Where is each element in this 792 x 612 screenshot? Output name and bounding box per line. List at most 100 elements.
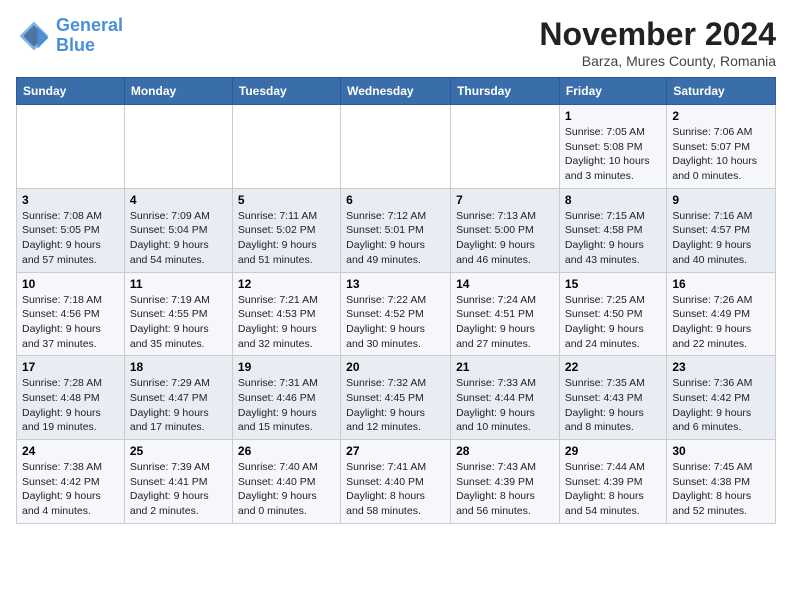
calendar-cell: 2 Sunrise: 7:06 AM Sunset: 5:07 PM Daylig… xyxy=(667,105,776,189)
calendar-cell xyxy=(341,105,451,189)
day-info: Sunrise: 7:25 AM Sunset: 4:50 PM Dayligh… xyxy=(565,293,661,352)
day-number: 9 xyxy=(672,193,770,207)
day-info: Sunrise: 7:35 AM Sunset: 4:43 PM Dayligh… xyxy=(565,376,661,435)
calendar-cell: 1Sunrise: 7:05 AM Sunset: 5:08 PM Daylig… xyxy=(559,105,666,189)
day-info: Sunrise: 7:24 AM Sunset: 4:51 PM Dayligh… xyxy=(456,293,554,352)
day-info: Sunrise: 7:26 AM Sunset: 4:49 PM Dayligh… xyxy=(672,293,770,352)
day-info: Sunrise: 7:09 AM Sunset: 5:04 PM Dayligh… xyxy=(130,209,227,268)
day-info: Sunrise: 7:15 AM Sunset: 4:58 PM Dayligh… xyxy=(565,209,661,268)
day-number: 10 xyxy=(22,277,119,291)
day-number: 24 xyxy=(22,444,119,458)
day-info: Sunrise: 7:33 AM Sunset: 4:44 PM Dayligh… xyxy=(456,376,554,435)
day-info: Sunrise: 7:21 AM Sunset: 4:53 PM Dayligh… xyxy=(238,293,335,352)
day-info: Sunrise: 7:11 AM Sunset: 5:02 PM Dayligh… xyxy=(238,209,335,268)
col-thursday: Thursday xyxy=(451,78,560,105)
day-info: Sunrise: 7:18 AM Sunset: 4:56 PM Dayligh… xyxy=(22,293,119,352)
day-number: 5 xyxy=(238,193,335,207)
calendar-cell: 3 Sunrise: 7:08 AM Sunset: 5:05 PM Daylig… xyxy=(17,188,125,272)
day-info: Sunrise: 7:36 AM Sunset: 4:42 PM Dayligh… xyxy=(672,376,770,435)
day-number: 19 xyxy=(238,360,335,374)
day-number: 20 xyxy=(346,360,445,374)
day-number: 25 xyxy=(130,444,227,458)
calendar-cell: 14 Sunrise: 7:24 AM Sunset: 4:51 PM Dayli… xyxy=(451,272,560,356)
day-number: 26 xyxy=(238,444,335,458)
calendar-cell: 5 Sunrise: 7:11 AM Sunset: 5:02 PM Daylig… xyxy=(232,188,340,272)
day-info: Sunrise: 7:44 AM Sunset: 4:39 PM Dayligh… xyxy=(565,460,661,519)
day-info: Sunrise: 7:38 AM Sunset: 4:42 PM Dayligh… xyxy=(22,460,119,519)
calendar-cell xyxy=(451,105,560,189)
day-number: 17 xyxy=(22,360,119,374)
calendar-cell: 17 Sunrise: 7:28 AM Sunset: 4:48 PM Dayli… xyxy=(17,356,125,440)
subtitle: Barza, Mures County, Romania xyxy=(539,53,776,69)
calendar-cell: 29 Sunrise: 7:44 AM Sunset: 4:39 PM Dayli… xyxy=(559,440,666,524)
calendar-body: 1Sunrise: 7:05 AM Sunset: 5:08 PM Daylig… xyxy=(17,105,776,524)
logo-text: General Blue xyxy=(56,16,123,56)
calendar-cell: 24 Sunrise: 7:38 AM Sunset: 4:42 PM Dayli… xyxy=(17,440,125,524)
calendar-cell: 9 Sunrise: 7:16 AM Sunset: 4:57 PM Daylig… xyxy=(667,188,776,272)
title-area: November 2024 Barza, Mures County, Roman… xyxy=(539,16,776,69)
logo-line1: General xyxy=(56,15,123,35)
calendar-cell: 21Sunrise: 7:33 AM Sunset: 4:44 PM Dayli… xyxy=(451,356,560,440)
calendar-week-4: 17 Sunrise: 7:28 AM Sunset: 4:48 PM Dayli… xyxy=(17,356,776,440)
day-number: 30 xyxy=(672,444,770,458)
day-info: Sunrise: 7:31 AM Sunset: 4:46 PM Dayligh… xyxy=(238,376,335,435)
day-number: 28 xyxy=(456,444,554,458)
day-number: 14 xyxy=(456,277,554,291)
calendar-cell xyxy=(124,105,232,189)
day-info: Sunrise: 7:39 AM Sunset: 4:41 PM Dayligh… xyxy=(130,460,227,519)
day-info: Sunrise: 7:43 AM Sunset: 4:39 PM Dayligh… xyxy=(456,460,554,519)
day-number: 27 xyxy=(346,444,445,458)
calendar-cell: 12 Sunrise: 7:21 AM Sunset: 4:53 PM Dayli… xyxy=(232,272,340,356)
calendar-cell: 27 Sunrise: 7:41 AM Sunset: 4:40 PM Dayli… xyxy=(341,440,451,524)
day-info: Sunrise: 7:06 AM Sunset: 5:07 PM Dayligh… xyxy=(672,125,770,184)
day-info: Sunrise: 7:05 AM Sunset: 5:08 PM Dayligh… xyxy=(565,125,661,184)
day-info: Sunrise: 7:16 AM Sunset: 4:57 PM Dayligh… xyxy=(672,209,770,268)
day-number: 2 xyxy=(672,109,770,123)
day-info: Sunrise: 7:28 AM Sunset: 4:48 PM Dayligh… xyxy=(22,376,119,435)
col-monday: Monday xyxy=(124,78,232,105)
day-number: 3 xyxy=(22,193,119,207)
col-friday: Friday xyxy=(559,78,666,105)
day-info: Sunrise: 7:40 AM Sunset: 4:40 PM Dayligh… xyxy=(238,460,335,519)
calendar-cell: 25 Sunrise: 7:39 AM Sunset: 4:41 PM Dayli… xyxy=(124,440,232,524)
day-number: 12 xyxy=(238,277,335,291)
day-number: 15 xyxy=(565,277,661,291)
day-number: 16 xyxy=(672,277,770,291)
calendar-table: Sunday Monday Tuesday Wednesday Thursday… xyxy=(16,77,776,524)
day-info: Sunrise: 7:08 AM Sunset: 5:05 PM Dayligh… xyxy=(22,209,119,268)
day-info: Sunrise: 7:13 AM Sunset: 5:00 PM Dayligh… xyxy=(456,209,554,268)
calendar-cell xyxy=(17,105,125,189)
day-info: Sunrise: 7:41 AM Sunset: 4:40 PM Dayligh… xyxy=(346,460,445,519)
calendar-cell: 22 Sunrise: 7:35 AM Sunset: 4:43 PM Dayli… xyxy=(559,356,666,440)
calendar-week-3: 10 Sunrise: 7:18 AM Sunset: 4:56 PM Dayli… xyxy=(17,272,776,356)
logo-line2: Blue xyxy=(56,35,95,55)
col-tuesday: Tuesday xyxy=(232,78,340,105)
day-number: 18 xyxy=(130,360,227,374)
day-info: Sunrise: 7:32 AM Sunset: 4:45 PM Dayligh… xyxy=(346,376,445,435)
calendar-cell: 10 Sunrise: 7:18 AM Sunset: 4:56 PM Dayli… xyxy=(17,272,125,356)
day-number: 22 xyxy=(565,360,661,374)
day-info: Sunrise: 7:22 AM Sunset: 4:52 PM Dayligh… xyxy=(346,293,445,352)
calendar-cell: 15 Sunrise: 7:25 AM Sunset: 4:50 PM Dayli… xyxy=(559,272,666,356)
day-number: 6 xyxy=(346,193,445,207)
calendar-week-1: 1Sunrise: 7:05 AM Sunset: 5:08 PM Daylig… xyxy=(17,105,776,189)
calendar-cell: 13 Sunrise: 7:22 AM Sunset: 4:52 PM Dayli… xyxy=(341,272,451,356)
calendar-cell: 4Sunrise: 7:09 AM Sunset: 5:04 PM Daylig… xyxy=(124,188,232,272)
day-number: 7 xyxy=(456,193,554,207)
calendar-cell: 7 Sunrise: 7:13 AM Sunset: 5:00 PM Daylig… xyxy=(451,188,560,272)
logo: General Blue xyxy=(16,16,123,56)
day-number: 13 xyxy=(346,277,445,291)
day-number: 8 xyxy=(565,193,661,207)
day-info: Sunrise: 7:12 AM Sunset: 5:01 PM Dayligh… xyxy=(346,209,445,268)
calendar-cell: 16 Sunrise: 7:26 AM Sunset: 4:49 PM Dayli… xyxy=(667,272,776,356)
header: General Blue November 2024 Barza, Mures … xyxy=(16,16,776,69)
col-saturday: Saturday xyxy=(667,78,776,105)
logo-icon xyxy=(16,18,52,54)
header-row: Sunday Monday Tuesday Wednesday Thursday… xyxy=(17,78,776,105)
calendar-cell: 28 Sunrise: 7:43 AM Sunset: 4:39 PM Dayli… xyxy=(451,440,560,524)
calendar-cell: 23Sunrise: 7:36 AM Sunset: 4:42 PM Dayli… xyxy=(667,356,776,440)
day-info: Sunrise: 7:19 AM Sunset: 4:55 PM Dayligh… xyxy=(130,293,227,352)
calendar-cell: 19 Sunrise: 7:31 AM Sunset: 4:46 PM Dayli… xyxy=(232,356,340,440)
day-number: 29 xyxy=(565,444,661,458)
col-wednesday: Wednesday xyxy=(341,78,451,105)
